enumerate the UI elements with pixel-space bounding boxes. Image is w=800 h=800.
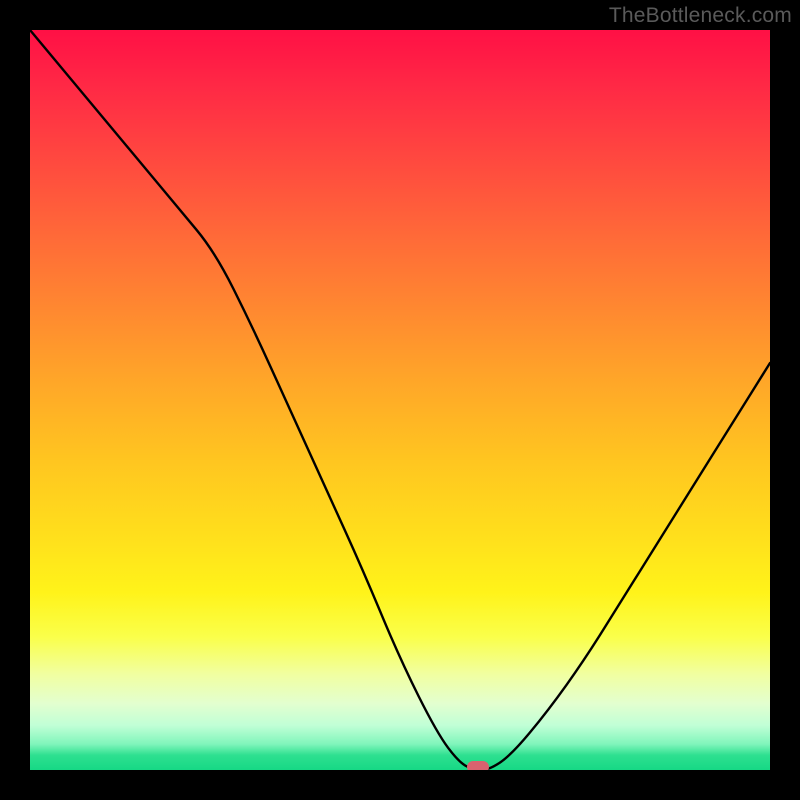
- plot-area: [30, 30, 770, 770]
- bottleneck-curve: [30, 30, 770, 770]
- watermark-text: TheBottleneck.com: [609, 4, 792, 28]
- optimal-marker: [467, 761, 489, 770]
- chart-frame: TheBottleneck.com: [0, 0, 800, 800]
